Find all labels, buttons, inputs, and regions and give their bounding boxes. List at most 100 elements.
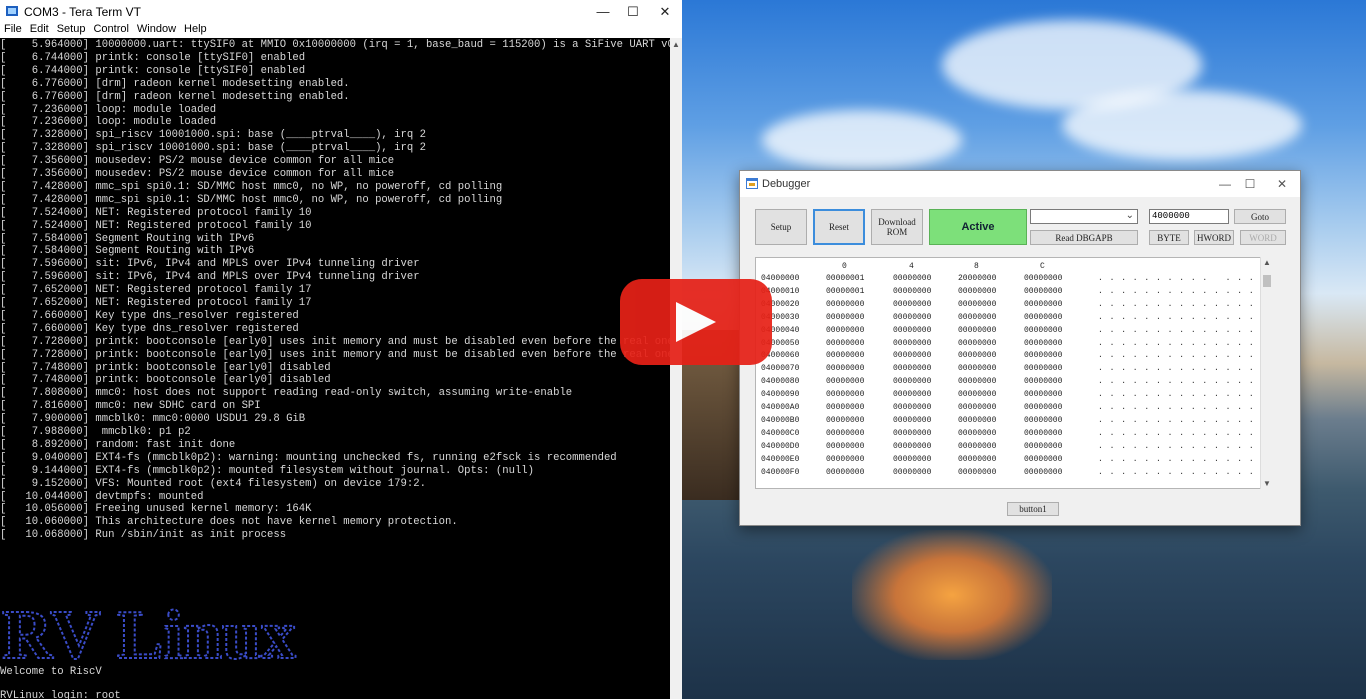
scroll-up-icon[interactable]: ▲ (1263, 258, 1271, 267)
tera-term-titlebar[interactable]: COM3 - Tera Term VT — ☐ ✕ (0, 0, 682, 23)
hword-button[interactable]: HWORD (1194, 230, 1234, 245)
memory-cell[interactable]: 00000000 (1024, 313, 1062, 322)
memory-cell[interactable]: 00000000 (958, 429, 996, 438)
memory-cell[interactable]: 00000000 (1024, 455, 1062, 464)
memory-cell[interactable]: 00000000 (893, 313, 931, 322)
memory-cell[interactable]: 00000000 (826, 339, 864, 348)
menu-setup[interactable]: Setup (57, 23, 86, 35)
memory-cell[interactable]: 00000000 (958, 364, 996, 373)
memory-cell[interactable]: 00000000 (1024, 287, 1062, 296)
terminal-line: [ 7.652000] NET: Registered protocol fam… (0, 297, 312, 309)
memory-cell[interactable]: 00000001 (826, 274, 864, 283)
memory-cell[interactable]: 00000000 (1024, 403, 1062, 412)
read-dbgapb-button[interactable]: Read DBGAPB (1030, 230, 1138, 245)
memory-cell[interactable]: 00000000 (1024, 377, 1062, 386)
memory-cell[interactable]: 00000000 (826, 403, 864, 412)
memory-cell[interactable]: 00000000 (1024, 468, 1062, 477)
button1[interactable]: button1 (1007, 502, 1059, 516)
maximize-button[interactable]: ☐ (616, 0, 650, 23)
memory-cell[interactable]: 00000000 (826, 326, 864, 335)
menu-help[interactable]: Help (184, 23, 207, 35)
memory-cell[interactable]: 00000000 (826, 351, 864, 360)
memory-cell[interactable]: 00000000 (826, 300, 864, 309)
memory-cell[interactable]: 00000000 (1024, 351, 1062, 360)
memory-cell[interactable]: 00000000 (893, 377, 931, 386)
scroll-up-icon[interactable]: ▲ (672, 40, 680, 49)
memory-cell[interactable]: 00000000 (893, 442, 931, 451)
memory-cell[interactable]: 00000000 (893, 416, 931, 425)
port-dropdown[interactable]: ⌄ (1030, 209, 1138, 224)
memory-cell[interactable]: 00000000 (893, 403, 931, 412)
memory-cell[interactable]: 00000000 (893, 300, 931, 309)
memory-cell[interactable]: 00000000 (958, 287, 996, 296)
memory-cell[interactable]: 00000000 (1024, 274, 1062, 283)
memory-cell[interactable]: 00000000 (826, 442, 864, 451)
memory-cell[interactable]: 00000000 (958, 390, 996, 399)
video-play-button[interactable] (620, 279, 772, 365)
memory-cell[interactable]: 00000000 (1024, 300, 1062, 309)
memory-cell[interactable]: 00000000 (893, 274, 931, 283)
memory-cell[interactable]: 00000000 (958, 455, 996, 464)
memory-cell[interactable]: 00000000 (958, 300, 996, 309)
menu-window[interactable]: Window (137, 23, 176, 35)
debugger-titlebar[interactable]: Debugger — ☐ ✕ (740, 171, 1300, 197)
memory-cell[interactable]: 00000000 (826, 390, 864, 399)
memory-cell[interactable]: 00000000 (826, 468, 864, 477)
close-button[interactable]: ✕ (1269, 175, 1295, 193)
close-button[interactable]: ✕ (648, 0, 682, 23)
memory-cell[interactable]: 00000000 (1024, 364, 1062, 373)
memory-cell[interactable]: 00000000 (826, 416, 864, 425)
menu-file[interactable]: File (4, 23, 22, 35)
setup-button[interactable]: Setup (755, 209, 807, 245)
scroll-thumb[interactable] (1263, 275, 1271, 287)
memory-cell[interactable]: 00000000 (958, 351, 996, 360)
memory-cell[interactable]: 00000000 (893, 326, 931, 335)
download-rom-button[interactable]: Download ROM (871, 209, 923, 245)
memory-cell[interactable]: 00000000 (893, 390, 931, 399)
maximize-button[interactable]: ☐ (1237, 175, 1263, 193)
memory-cell[interactable]: 00000000 (893, 339, 931, 348)
memory-cell[interactable]: 00000000 (1024, 339, 1062, 348)
minimize-button[interactable]: — (586, 0, 620, 23)
memory-cell[interactable]: 00000000 (826, 429, 864, 438)
menu-control[interactable]: Control (93, 23, 128, 35)
memory-cell[interactable]: 00000000 (958, 403, 996, 412)
memory-cell[interactable]: 00000000 (893, 429, 931, 438)
word-button[interactable]: WORD (1240, 230, 1286, 245)
memory-cell[interactable]: 00000000 (893, 351, 931, 360)
memory-view[interactable]: 0 4 8 C 04000000 00000001 00000000 20000000 0000… (755, 257, 1273, 489)
memory-cell[interactable]: 00000000 (958, 339, 996, 348)
memory-cell[interactable]: 00000000 (826, 364, 864, 373)
memory-cell[interactable]: 00000000 (826, 455, 864, 464)
byte-button[interactable]: BYTE (1149, 230, 1189, 245)
memory-cell[interactable]: 00000000 (893, 364, 931, 373)
minimize-button[interactable]: — (1212, 175, 1238, 193)
memory-cell[interactable]: 00000000 (958, 468, 996, 477)
memory-cell[interactable]: 00000000 (958, 377, 996, 386)
menu-edit[interactable]: Edit (30, 23, 49, 35)
memory-cell[interactable]: 00000000 (1024, 442, 1062, 451)
memory-cell[interactable]: 00000000 (826, 313, 864, 322)
goto-button[interactable]: Goto (1234, 209, 1286, 224)
memory-cell[interactable]: 00000000 (1024, 429, 1062, 438)
memory-cell[interactable]: 00000000 (893, 468, 931, 477)
terminal-screen[interactable]: [ 5.964000] 10000000.uart: ttySIF0 at MM… (0, 38, 670, 699)
memory-cell[interactable]: 00000000 (893, 287, 931, 296)
reset-button[interactable]: Reset (813, 209, 865, 245)
memory-cell[interactable]: 00000000 (958, 442, 996, 451)
scroll-down-icon[interactable]: ▼ (1263, 479, 1271, 488)
memory-cell[interactable]: 00000000 (958, 313, 996, 322)
memory-cell[interactable]: 00000000 (1024, 416, 1062, 425)
memory-scrollbar[interactable]: ▲ ▼ (1260, 257, 1273, 489)
memory-cell[interactable]: 00000000 (893, 455, 931, 464)
memory-cell[interactable]: 00000000 (958, 326, 996, 335)
memory-cell[interactable]: 00000000 (1024, 390, 1062, 399)
memory-cell[interactable]: 00000000 (1024, 326, 1062, 335)
terminal-scrollbar[interactable]: ▲ (670, 38, 682, 699)
address-input[interactable]: 4000000 (1149, 209, 1229, 224)
memory-cell[interactable]: 00000000 (958, 416, 996, 425)
memory-cell[interactable]: 00000000 (826, 377, 864, 386)
memory-cell[interactable]: 20000000 (958, 274, 996, 283)
active-button[interactable]: Active (929, 209, 1027, 245)
memory-cell[interactable]: 00000001 (826, 287, 864, 296)
